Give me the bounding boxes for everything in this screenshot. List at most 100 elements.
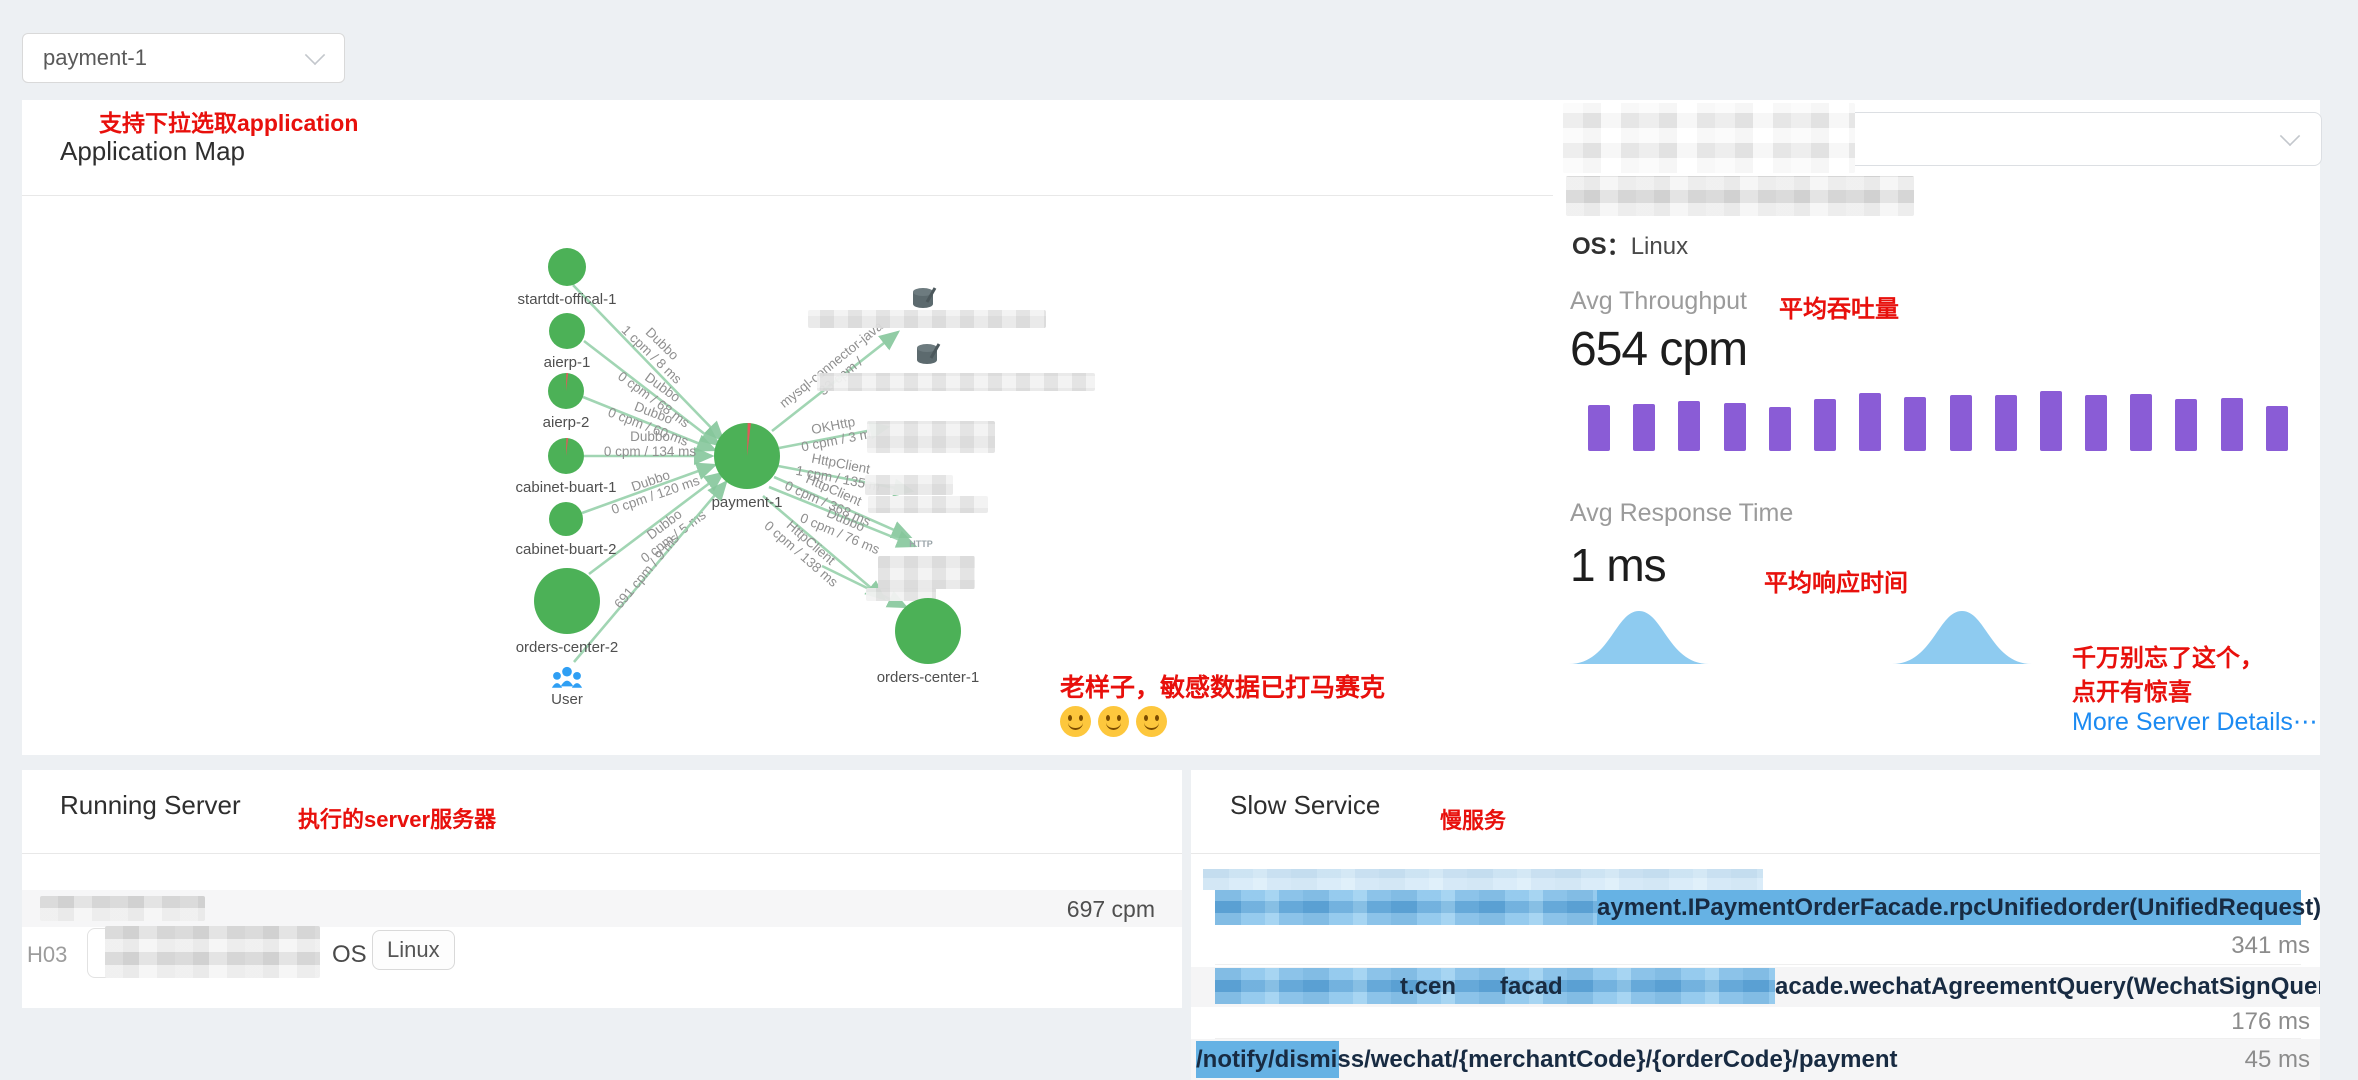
throughput-bar: [2130, 394, 2152, 451]
masked-node-label: [817, 373, 1095, 391]
throughput-cn-annotation: 平均吞吐量: [1779, 289, 1899, 324]
mosaic-note-annotation: 老样子，敏感数据已打马赛克: [1060, 668, 1385, 704]
smiling-face-emoji: [1136, 706, 1167, 737]
throughput-bar: [1950, 395, 1972, 451]
map-node-label: User: [551, 691, 583, 708]
masked-service-name: [1215, 968, 1775, 1004]
more-server-details-link[interactable]: More Server Details⋯: [2072, 707, 2318, 737]
service-time: 341 ms: [2231, 932, 2310, 960]
masked-server-name: [1563, 103, 1855, 173]
map-edge-label: mysql-connector-java33 cpm /: [777, 318, 896, 422]
slow-service-item[interactable]: /notify/dismiss/wechat/{merchantCode}/{o…: [1191, 1039, 2320, 1080]
map-node-label: payment-1: [712, 494, 783, 511]
map-edge-label: OKHttp0 cpm / 3 m: [797, 411, 872, 454]
masked-node-label: [808, 310, 1046, 328]
surprise-line1: 千万别忘了这个，: [2072, 642, 2264, 676]
smiley-emojis: [1060, 706, 1174, 742]
throughput-bar: [1859, 393, 1881, 451]
throughput-bar: [1724, 403, 1746, 451]
map-node-label: orders-center-2: [516, 639, 619, 656]
service-name-fragment: facad: [1500, 973, 1563, 1001]
map-node-startdt-offical-1[interactable]: startdt-offical-1: [518, 248, 617, 308]
os-label: OS：: [1572, 233, 1631, 260]
http-icon: HTTP: [909, 539, 933, 549]
map-node-orders-center-1[interactable]: orders-center-1: [877, 598, 980, 686]
map-node-cabinet-buart-1[interactable]: cabinet-buart-1: [516, 438, 617, 496]
throughput-bar: [1814, 399, 1836, 451]
map-node-user[interactable]: User: [551, 667, 583, 708]
masked-node-label: [868, 496, 988, 513]
surprise-annotation: 千万别忘了这个， 点开有惊喜: [2072, 642, 2264, 710]
throughput-bar: [2085, 395, 2107, 451]
response-cn-annotation: 平均响应时间: [1764, 563, 1908, 598]
response-bump: [1892, 611, 2032, 664]
masked-service-name: [1215, 890, 1597, 925]
slow-service-item[interactable]: t.cen facad: [1215, 968, 1775, 1004]
avg-response-label: Avg Response Time: [1570, 499, 1793, 528]
slow-service-title: Slow Service: [1230, 790, 1380, 821]
masked-node-label: [865, 475, 953, 495]
throughput-bar: [2175, 399, 2197, 451]
response-time-bumps: [1555, 598, 2155, 668]
running-server-title: Running Server: [60, 790, 241, 821]
linux-badge: Linux: [372, 930, 455, 970]
masked-host-mosaic: [105, 926, 320, 978]
server-cpm-value: 697 cpm: [1067, 896, 1155, 923]
service-name: acade.wechatAgreementQuery(WechatSignQue…: [1775, 973, 2320, 1001]
map-edge-label: Dubbo0 cpm / 120 ms: [604, 459, 701, 517]
map-node-label: aierp-2: [543, 414, 590, 431]
throughput-bar: [1904, 397, 1926, 451]
map-node-payment-1[interactable]: payment-1: [712, 423, 783, 511]
map-node-label: orders-center-1: [877, 669, 980, 686]
throughput-bar: [2266, 406, 2288, 451]
map-node-label: aierp-1: [544, 354, 591, 371]
smiling-face-emoji: [1098, 706, 1129, 737]
throughput-bar: [1995, 395, 2017, 451]
map-edge-label: 691 cpm / 9 ms: [611, 531, 682, 612]
running-server-divider: [22, 853, 1182, 854]
os-line: OS：Linux: [1572, 226, 1688, 261]
map-node-cabinet-buart-2[interactable]: cabinet-buart-2: [516, 502, 617, 558]
slow-service-item[interactable]: ayment.IPaymentOrderFacade.rpcUnifiedord…: [1215, 890, 2301, 925]
map-node-orders-center-2[interactable]: orders-center-2: [516, 568, 619, 656]
os-badge-label: OS: [332, 941, 367, 969]
response-bump: [1569, 611, 1709, 664]
slow-service-divider: [1191, 853, 2320, 854]
service-name: ayment.IPaymentOrderFacade.rpcUnifiedord…: [1597, 894, 2320, 922]
database-icon: [917, 344, 939, 364]
surprise-line2: 点开有惊喜: [2072, 676, 2264, 710]
apm-dashboard: payment-1 支持下拉选取application Application …: [0, 0, 2358, 1080]
row-divider: [1215, 964, 2301, 965]
chevron-down-icon: [305, 45, 325, 65]
masked-strip: [1203, 869, 1763, 890]
throughput-bar: [1769, 407, 1791, 451]
slow-service-content: Slow Service 慢服务 ayment.IPaymentOrderFac…: [1191, 770, 2320, 1080]
application-select[interactable]: payment-1: [22, 33, 345, 83]
masked-server-info: [1566, 176, 1914, 216]
throughput-bar: [1678, 401, 1700, 451]
service-time: 176 ms: [2231, 1008, 2310, 1036]
service-name-fragment: t.cen: [1400, 973, 1456, 1001]
service-time: 45 ms: [2245, 1046, 2310, 1074]
running-server-row[interactable]: 697 cpm: [22, 890, 1182, 927]
chevron-down-icon: [2280, 126, 2300, 146]
throughput-bar: [1588, 405, 1610, 451]
application-select-value: payment-1: [43, 45, 306, 71]
map-node-label: startdt-offical-1: [518, 291, 617, 308]
masked-node-label: [878, 556, 975, 589]
avg-throughput-label: Avg Throughput: [1570, 287, 1747, 316]
throughput-bar: [1633, 404, 1655, 451]
os-value: Linux: [1631, 233, 1688, 260]
slow-service-cn-annotation: 慢服务: [1440, 803, 1506, 835]
avg-response-value: 1 ms: [1570, 538, 1666, 592]
map-node-aierp-2[interactable]: aierp-2: [543, 373, 590, 431]
host-prefix: H03: [27, 942, 67, 968]
throughput-bar: [2221, 398, 2243, 451]
masked-node-label: [867, 421, 995, 453]
database-icon: [913, 288, 935, 308]
avg-throughput-value: 654 cpm: [1570, 322, 1747, 377]
smiling-face-emoji: [1060, 706, 1091, 737]
running-server-cn-annotation: 执行的server服务器: [298, 802, 496, 834]
masked-host-name: [40, 896, 205, 921]
map-node-label: cabinet-buart-1: [516, 479, 617, 496]
